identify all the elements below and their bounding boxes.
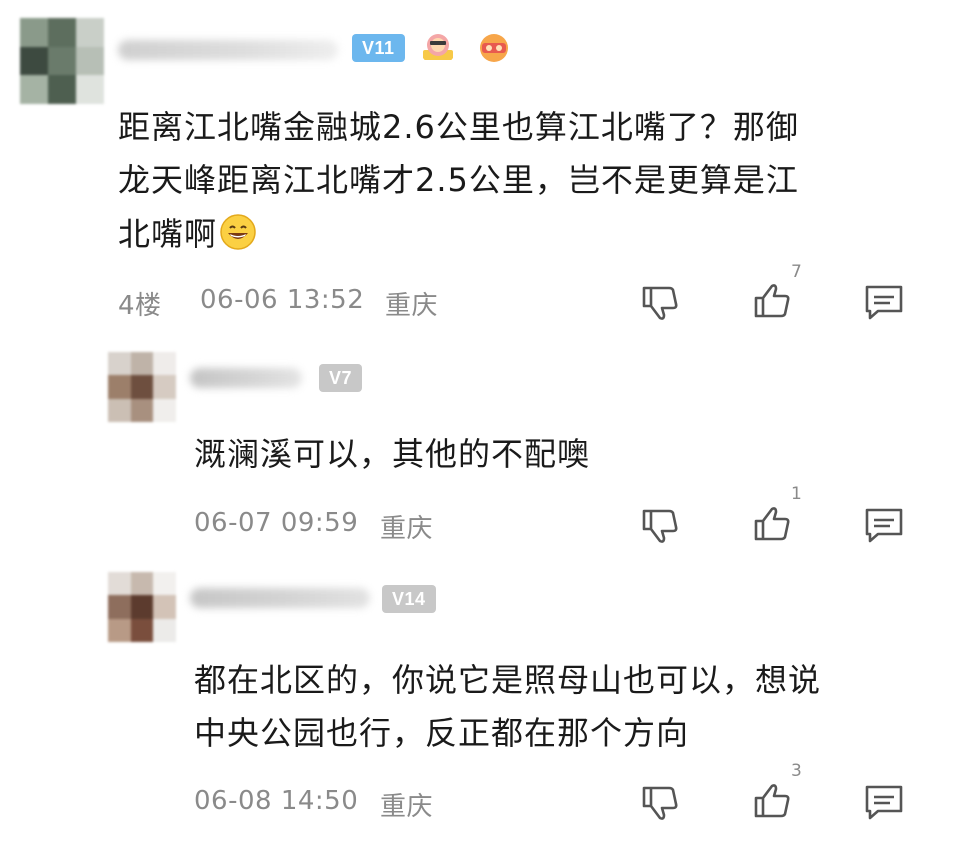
badge-medal-icon: [480, 34, 508, 62]
like-count: 3: [791, 761, 802, 781]
grinning-face-emoji-icon: [220, 214, 256, 250]
thumbs-up-icon[interactable]: [750, 503, 794, 547]
floor-number: 4楼: [118, 291, 162, 321]
thumbs-up-icon[interactable]: [750, 780, 794, 824]
thumbs-up-icon[interactable]: [750, 280, 794, 324]
thumbs-down-icon[interactable]: [638, 503, 682, 547]
avatar[interactable]: [108, 572, 176, 642]
avatar[interactable]: [108, 352, 176, 422]
comment-time: 06-08 14:50: [194, 786, 359, 816]
like-count: 1: [791, 484, 802, 504]
comment-location: 重庆: [385, 291, 439, 321]
comment-location: 重庆: [380, 792, 434, 822]
comment-time: 06-06 13:52: [200, 285, 365, 315]
comment-location: 重庆: [380, 514, 434, 544]
comment-icon[interactable]: [862, 503, 906, 547]
comment-time: 06-07 09:59: [194, 508, 359, 538]
level-badge: V11: [352, 34, 405, 62]
level-badge: V14: [382, 585, 436, 613]
vip-medal-icon: [423, 34, 453, 60]
comment-icon[interactable]: [862, 280, 906, 324]
avatar[interactable]: [20, 18, 104, 104]
comment-text: 北嘴啊: [118, 215, 218, 253]
comment-text-line: 龙天峰距离江北嘴才2.5公里，岂不是更算是江: [118, 161, 799, 199]
comment-text-line: 北嘴啊: [118, 208, 257, 261]
thumbs-down-icon[interactable]: [638, 780, 682, 824]
username-blurred[interactable]: [190, 588, 370, 608]
like-count: 7: [791, 262, 802, 282]
comment-text-line: 中央公园也行，反正都在那个方向: [194, 714, 690, 752]
level-badge: V7: [319, 364, 363, 392]
comment-text-line: 距离江北嘴金融城2.6公里也算江北嘴了？那御: [118, 108, 799, 146]
username-blurred[interactable]: [118, 40, 338, 60]
thumbs-down-icon[interactable]: [638, 280, 682, 324]
comment-icon[interactable]: [862, 780, 906, 824]
comment-text: 溉澜溪可以，其他的不配噢: [194, 435, 591, 473]
username-blurred[interactable]: [190, 368, 302, 388]
comment-text-line: 都在北区的，你说它是照母山也可以，想说: [194, 661, 822, 699]
